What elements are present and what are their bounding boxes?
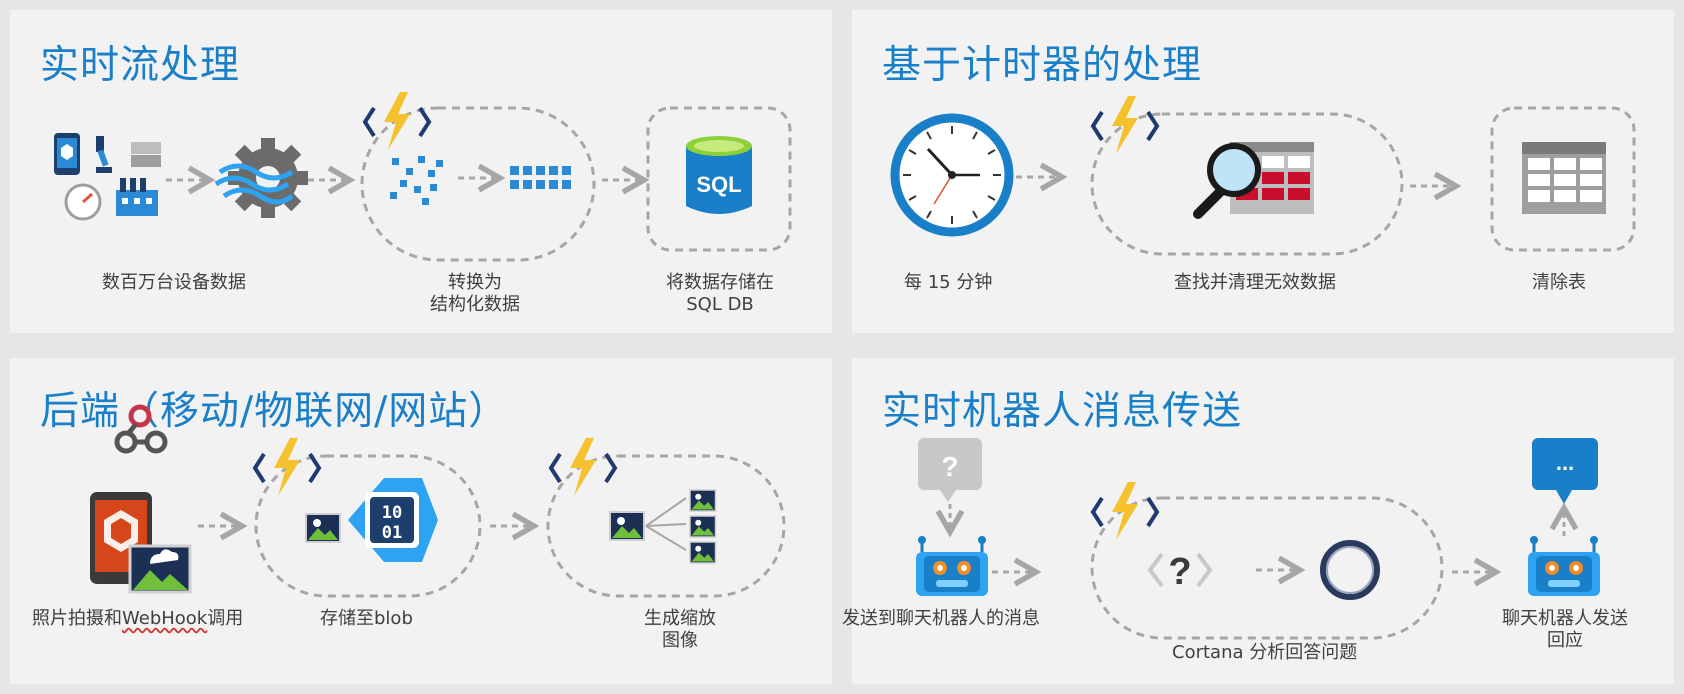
clock-icon bbox=[890, 113, 1014, 237]
blob-digits-bottom: 01 bbox=[382, 523, 402, 543]
caption-thumb-line1: 生成缩放 bbox=[644, 608, 716, 629]
caption-photo: 照片拍摄和WebHook调用 bbox=[32, 608, 243, 630]
caption-store-line1: 将数据存储在 bbox=[666, 272, 774, 293]
caption-find: 查找并清理无效数据 bbox=[1174, 272, 1336, 293]
caption-store-line2: SQL DB bbox=[686, 294, 754, 315]
factory-icon bbox=[116, 178, 158, 216]
thumbnail-icon bbox=[689, 515, 717, 538]
caption-transform-line2: 结构化数据 bbox=[430, 294, 520, 315]
reply-dots: ... bbox=[1556, 450, 1574, 475]
caption-photo-webhook: WebHook bbox=[122, 608, 208, 629]
function-bolt-icon bbox=[1091, 94, 1159, 156]
blob-digits-top: 10 bbox=[382, 503, 402, 523]
thumbnail-icon bbox=[689, 489, 717, 512]
sql-database-icon: SQL bbox=[686, 136, 752, 214]
cortana-ring-icon bbox=[1320, 540, 1380, 600]
bot-icon bbox=[914, 534, 990, 598]
blob-storage-icon: 10 01 bbox=[348, 478, 438, 562]
caption-clock: 每 15 分钟 bbox=[904, 272, 993, 293]
code-question-icon: ? bbox=[1147, 551, 1213, 593]
server-icon bbox=[131, 142, 161, 167]
phone-icon bbox=[54, 133, 80, 175]
robot-arm-icon bbox=[96, 136, 112, 173]
mobile-photo-icon bbox=[90, 492, 192, 594]
panel-bot-messaging: 实时机器人消息传送 ? ? ... 发送到聊天机器人的消息 Cortana 分析… bbox=[842, 358, 1674, 684]
caption-photo-suffix: 调用 bbox=[207, 608, 244, 629]
caption-blob: 存储至blob bbox=[320, 608, 413, 629]
caption-cortana: Cortana 分析回答问题 bbox=[1172, 642, 1358, 663]
thumbnail-icon bbox=[689, 541, 717, 564]
caption-reply: 聊天机器人发送 回应 bbox=[1490, 608, 1640, 652]
image-icon bbox=[609, 511, 645, 541]
code-question-mark: ? bbox=[1168, 551, 1191, 593]
chat-bubble-icon: ... bbox=[1532, 438, 1598, 504]
caption-transform-line1: 转换为 bbox=[448, 272, 502, 293]
caption-photo-prefix: 照片拍摄和 bbox=[32, 608, 122, 629]
caption-transform: 转换为 结构化数据 bbox=[410, 272, 540, 316]
question-mark: ? bbox=[941, 451, 958, 482]
caption-thumb-line2: 图像 bbox=[662, 630, 698, 651]
caption-thumb: 生成缩放 图像 bbox=[610, 608, 750, 652]
sql-label: SQL bbox=[696, 172, 741, 197]
caption-devices: 数百万台设备数据 bbox=[102, 272, 246, 293]
caption-store: 将数据存储在 SQL DB bbox=[650, 272, 790, 316]
gear-waves-icon bbox=[214, 138, 308, 218]
question-bubble-icon: ? bbox=[918, 438, 982, 502]
webhook-icon bbox=[114, 404, 168, 454]
data-points-icon bbox=[390, 156, 443, 205]
bot-icon bbox=[1526, 534, 1602, 598]
gauge-icon bbox=[64, 183, 102, 221]
structured-data-icon bbox=[510, 166, 571, 189]
panel-backend: 后端（移动/物联网/网站） 10 01 照片拍摄和WebHook调用 存储至bl… bbox=[10, 358, 832, 684]
function-bolt-icon bbox=[253, 436, 321, 498]
table-icon bbox=[1522, 142, 1606, 214]
caption-reply-line1: 聊天机器人发送 bbox=[1502, 608, 1628, 629]
search-table-icon bbox=[1193, 142, 1314, 219]
panel-stream-processing: 实时流处理 SQL 数百万台设备数据 转换为 结构化数据 将数据存储在 SQL … bbox=[10, 10, 832, 333]
caption-clean: 清除表 bbox=[1532, 272, 1586, 293]
caption-reply-line2: 回应 bbox=[1547, 630, 1583, 651]
caption-send: 发送到聊天机器人的消息 bbox=[842, 608, 1040, 629]
panel-timer-processing: 基于计时器的处理 每 15 分钟 查找并清理无效数据 清除表 bbox=[852, 10, 1674, 333]
image-icon bbox=[305, 513, 341, 543]
